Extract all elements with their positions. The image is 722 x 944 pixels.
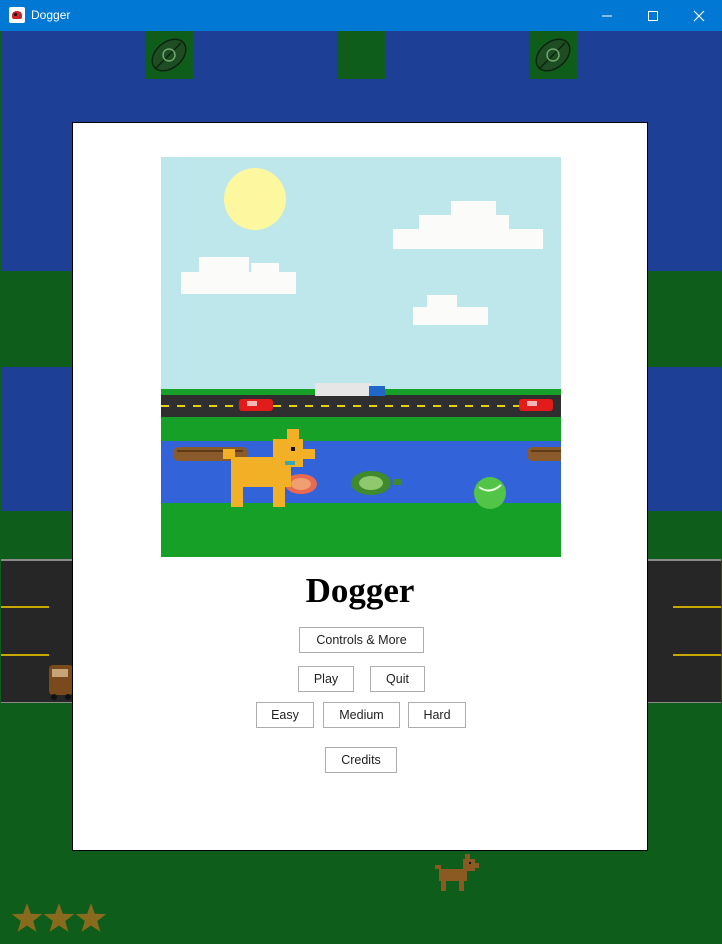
minimize-icon bbox=[602, 15, 612, 17]
star-icon bbox=[75, 903, 107, 932]
lives-stars bbox=[11, 901, 111, 935]
hard-button[interactable]: Hard bbox=[408, 702, 466, 728]
easy-button[interactable]: Easy bbox=[256, 702, 314, 728]
app-icon bbox=[9, 7, 25, 23]
sun-icon bbox=[224, 168, 286, 230]
road-line bbox=[1, 606, 49, 608]
controls-button[interactable]: Controls & More bbox=[299, 627, 424, 653]
tennis-ball-icon bbox=[474, 477, 506, 509]
car-icon bbox=[519, 399, 553, 411]
minimize-button[interactable] bbox=[584, 0, 630, 31]
stars-display bbox=[11, 903, 107, 932]
close-button[interactable] bbox=[676, 0, 722, 31]
play-button[interactable]: Play bbox=[298, 666, 354, 692]
lily-pad-icon bbox=[151, 38, 187, 72]
dog-icon bbox=[435, 854, 479, 891]
game-title: Dogger bbox=[305, 571, 415, 610]
title-bar: Dogger bbox=[0, 0, 722, 31]
lily-pad-icon bbox=[535, 38, 571, 72]
road-line bbox=[1, 654, 49, 656]
road-line bbox=[673, 654, 721, 656]
car-icon bbox=[49, 665, 73, 700]
medium-button[interactable]: Medium bbox=[323, 702, 400, 728]
cover-art bbox=[161, 157, 561, 557]
home-slot bbox=[337, 31, 385, 79]
quit-button[interactable]: Quit bbox=[370, 666, 425, 692]
window-title: Dogger bbox=[31, 8, 71, 22]
road-line bbox=[673, 606, 721, 608]
maximize-icon bbox=[648, 11, 658, 21]
car-icon bbox=[239, 399, 273, 411]
log-icon bbox=[527, 447, 561, 461]
star-icon bbox=[11, 903, 43, 932]
main-menu-dialog: Dogger Controls & More Play Quit Easy Me… bbox=[72, 122, 648, 851]
maximize-button[interactable] bbox=[630, 0, 676, 31]
home-slot bbox=[145, 31, 193, 79]
star-icon bbox=[43, 903, 75, 932]
close-icon bbox=[693, 10, 705, 22]
credits-button[interactable]: Credits bbox=[325, 747, 397, 773]
home-slot bbox=[529, 31, 577, 79]
